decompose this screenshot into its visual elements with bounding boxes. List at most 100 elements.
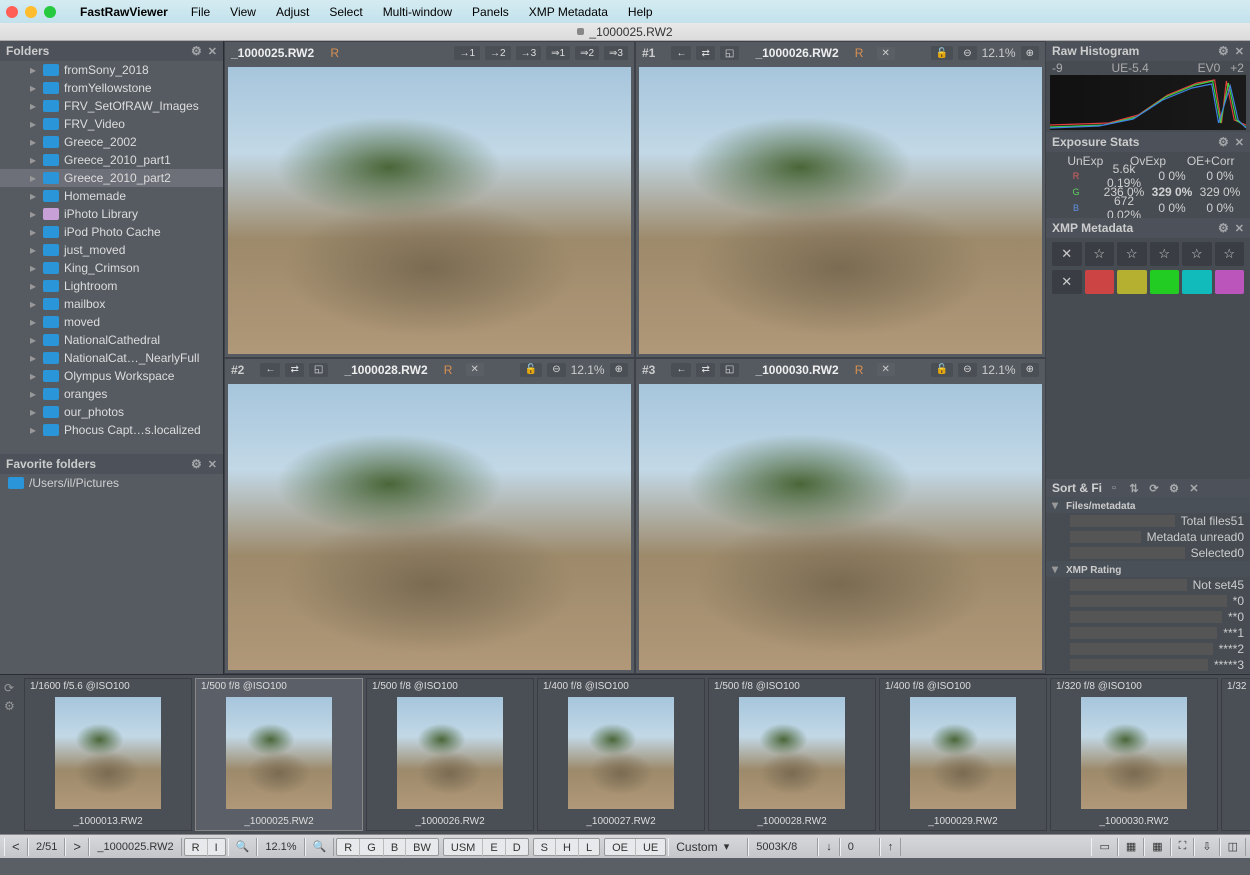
thumbnail[interactable]: 1/500 f/8 @ISO100_1000026.RW2 xyxy=(366,678,534,831)
mode-d[interactable]: D xyxy=(506,839,528,857)
folder-item[interactable]: ▸oranges xyxy=(0,385,223,403)
folder-item[interactable]: ▸our_photos xyxy=(0,403,223,421)
zoom-out-icon[interactable]: ⊖ xyxy=(958,363,976,377)
zoom-in-icon[interactable]: ⊕ xyxy=(610,363,628,377)
label-color[interactable]: ✕ xyxy=(1052,270,1082,294)
folder-item[interactable]: ▸Phocus Capt…s.localized xyxy=(0,421,223,439)
folder-item[interactable]: ▸just_moved xyxy=(0,241,223,259)
menu-view[interactable]: View xyxy=(221,5,265,19)
label-color[interactable] xyxy=(1085,270,1115,294)
view-grid-icon[interactable]: ▦ xyxy=(1144,838,1170,856)
folder-item[interactable]: ▸King_Crimson xyxy=(0,259,223,277)
filter-row[interactable]: ****2 xyxy=(1046,641,1250,657)
rating-4[interactable]: ☆ xyxy=(1182,242,1212,266)
folder-item[interactable]: ▸NationalCat…_NearlyFull xyxy=(0,349,223,367)
fullscreen-icon[interactable]: ⛶ xyxy=(1171,838,1195,856)
close-icon[interactable]: ✕ xyxy=(877,363,895,376)
menu-file[interactable]: File xyxy=(182,5,219,19)
sort-icon[interactable]: ⇅ xyxy=(1126,482,1142,495)
menu-select[interactable]: Select xyxy=(320,5,371,19)
filter-row[interactable]: *****3 xyxy=(1046,657,1250,673)
folder-tree[interactable]: ▸fromSony_2018▸fromYellowstone▸FRV_SetOf… xyxy=(0,61,223,454)
label-color[interactable] xyxy=(1215,270,1245,294)
folder-item[interactable]: ▸fromSony_2018 xyxy=(0,61,223,79)
folder-item[interactable]: ▸moved xyxy=(0,313,223,331)
folder-item[interactable]: ▸NationalCathedral xyxy=(0,331,223,349)
mode-r[interactable]: R xyxy=(337,839,360,857)
thumbnail[interactable]: 1/500 f/8 @ISO100_1000028.RW2 xyxy=(708,678,876,831)
gear-icon[interactable]: ⚙ xyxy=(1218,44,1229,58)
send-to-slot[interactable]: →1 xyxy=(454,46,480,60)
thumbnail[interactable]: 1/500 f/8 @ISO100_1000025.RW2 xyxy=(195,678,363,831)
folder-item[interactable]: ▸FRV_Video xyxy=(0,115,223,133)
send-to-slot[interactable]: →3 xyxy=(516,46,542,60)
rating-clear[interactable]: ✕ xyxy=(1052,242,1082,266)
mode-ue[interactable]: UE xyxy=(636,839,665,857)
menu-adjust[interactable]: Adjust xyxy=(267,5,318,19)
gear-icon[interactable]: ⚙ xyxy=(191,44,202,58)
view-single-icon[interactable]: ▭ xyxy=(1091,838,1117,856)
close-icon[interactable]: ✕ xyxy=(877,47,895,60)
close-icon[interactable]: ✕ xyxy=(208,45,217,58)
close-icon[interactable]: ✕ xyxy=(208,458,217,471)
image-view[interactable] xyxy=(228,384,631,671)
menu-multiwindow[interactable]: Multi-window xyxy=(374,5,461,19)
back-icon[interactable]: ← xyxy=(671,46,691,60)
zoom-in-icon[interactable]: 🔍 xyxy=(305,838,335,856)
mode-usm[interactable]: USM xyxy=(444,839,483,857)
window-controls[interactable] xyxy=(6,6,56,18)
mode-h[interactable]: H xyxy=(556,839,579,857)
image-view[interactable] xyxy=(228,67,631,354)
rating-3[interactable]: ☆ xyxy=(1150,242,1180,266)
menu-help[interactable]: Help xyxy=(619,5,662,19)
close-icon[interactable]: ✕ xyxy=(1235,222,1244,235)
folder-item[interactable]: ▸fromYellowstone xyxy=(0,79,223,97)
tint-up[interactable]: ↑ xyxy=(880,838,902,856)
folder-item[interactable]: ▸Greece_2010_part2 xyxy=(0,169,223,187)
swap-icon[interactable]: ⇄ xyxy=(285,363,303,377)
refresh-icon[interactable]: ⟳ xyxy=(4,681,15,695)
zoom-in-icon[interactable]: ⊕ xyxy=(1021,46,1039,60)
label-color[interactable] xyxy=(1182,270,1212,294)
close-icon[interactable]: ✕ xyxy=(1186,482,1202,495)
xmp-rating[interactable]: ✕ ☆ ☆ ☆ ☆ ☆ ✕ xyxy=(1046,238,1250,302)
viewer-pane[interactable]: #3 ←⇄◱ _1000030.RW2 R ✕🔓⊖12.1%⊕ xyxy=(635,358,1046,675)
next-button[interactable]: > xyxy=(65,838,89,856)
back-icon[interactable]: ← xyxy=(260,363,280,377)
pop-icon[interactable]: ◱ xyxy=(720,363,739,377)
save-icon[interactable]: ▫ xyxy=(1106,482,1122,494)
app-name[interactable]: FastRawViewer xyxy=(80,5,168,19)
image-view[interactable] xyxy=(639,67,1042,354)
rating-2[interactable]: ☆ xyxy=(1117,242,1147,266)
filter-row[interactable]: Not set45 xyxy=(1046,577,1250,593)
layout-icon[interactable]: ◫ xyxy=(1220,838,1246,856)
swap-icon[interactable]: ⇄ xyxy=(696,363,714,377)
folder-item[interactable]: ▸FRV_SetOfRAW_Images xyxy=(0,97,223,115)
zoom-out-icon[interactable]: ⊖ xyxy=(958,46,976,60)
send-to-slot[interactable]: ⇒2 xyxy=(575,46,599,60)
back-icon[interactable]: ← xyxy=(671,363,691,377)
send-to-slot[interactable]: ⇒1 xyxy=(546,46,570,60)
mode-r[interactable]: R xyxy=(185,839,208,857)
viewer-pane[interactable]: #2 ←⇄◱ _1000028.RW2 R ✕🔓⊖12.1%⊕ xyxy=(224,358,635,675)
send-to-slot[interactable]: →2 xyxy=(485,46,511,60)
folder-item[interactable]: ▸iPod Photo Cache xyxy=(0,223,223,241)
gear-icon[interactable]: ⚙ xyxy=(1218,135,1229,149)
folder-item[interactable]: ▸Homemade xyxy=(0,187,223,205)
rating-1[interactable]: ☆ xyxy=(1085,242,1115,266)
mode-l[interactable]: L xyxy=(579,839,599,857)
send-to-slot[interactable]: ⇒3 xyxy=(604,46,628,60)
folder-item[interactable]: ▸Lightroom xyxy=(0,277,223,295)
filmstrip[interactable]: ⟳⚙ 1/1600 f/5.6 @ISO100_1000013.RW21/500… xyxy=(0,674,1250,834)
close-icon[interactable]: ✕ xyxy=(1235,45,1244,58)
mode-b[interactable]: B xyxy=(384,839,406,857)
view-grid2-icon[interactable]: ▦ xyxy=(1118,838,1144,856)
filter-row[interactable]: Metadata unread0 xyxy=(1046,529,1250,545)
refresh-icon[interactable]: ⟳ xyxy=(1146,482,1162,495)
folder-item[interactable]: ▸Greece_2010_part1 xyxy=(0,151,223,169)
wb-preset[interactable]: Custom ▾ xyxy=(668,838,748,856)
mode-g[interactable]: G xyxy=(360,839,384,857)
mode-bw[interactable]: BW xyxy=(406,839,438,857)
swap-icon[interactable]: ⇄ xyxy=(696,46,714,60)
thumbnail[interactable]: 1/400 f/8 @ISO100_1000027.RW2 xyxy=(537,678,705,831)
